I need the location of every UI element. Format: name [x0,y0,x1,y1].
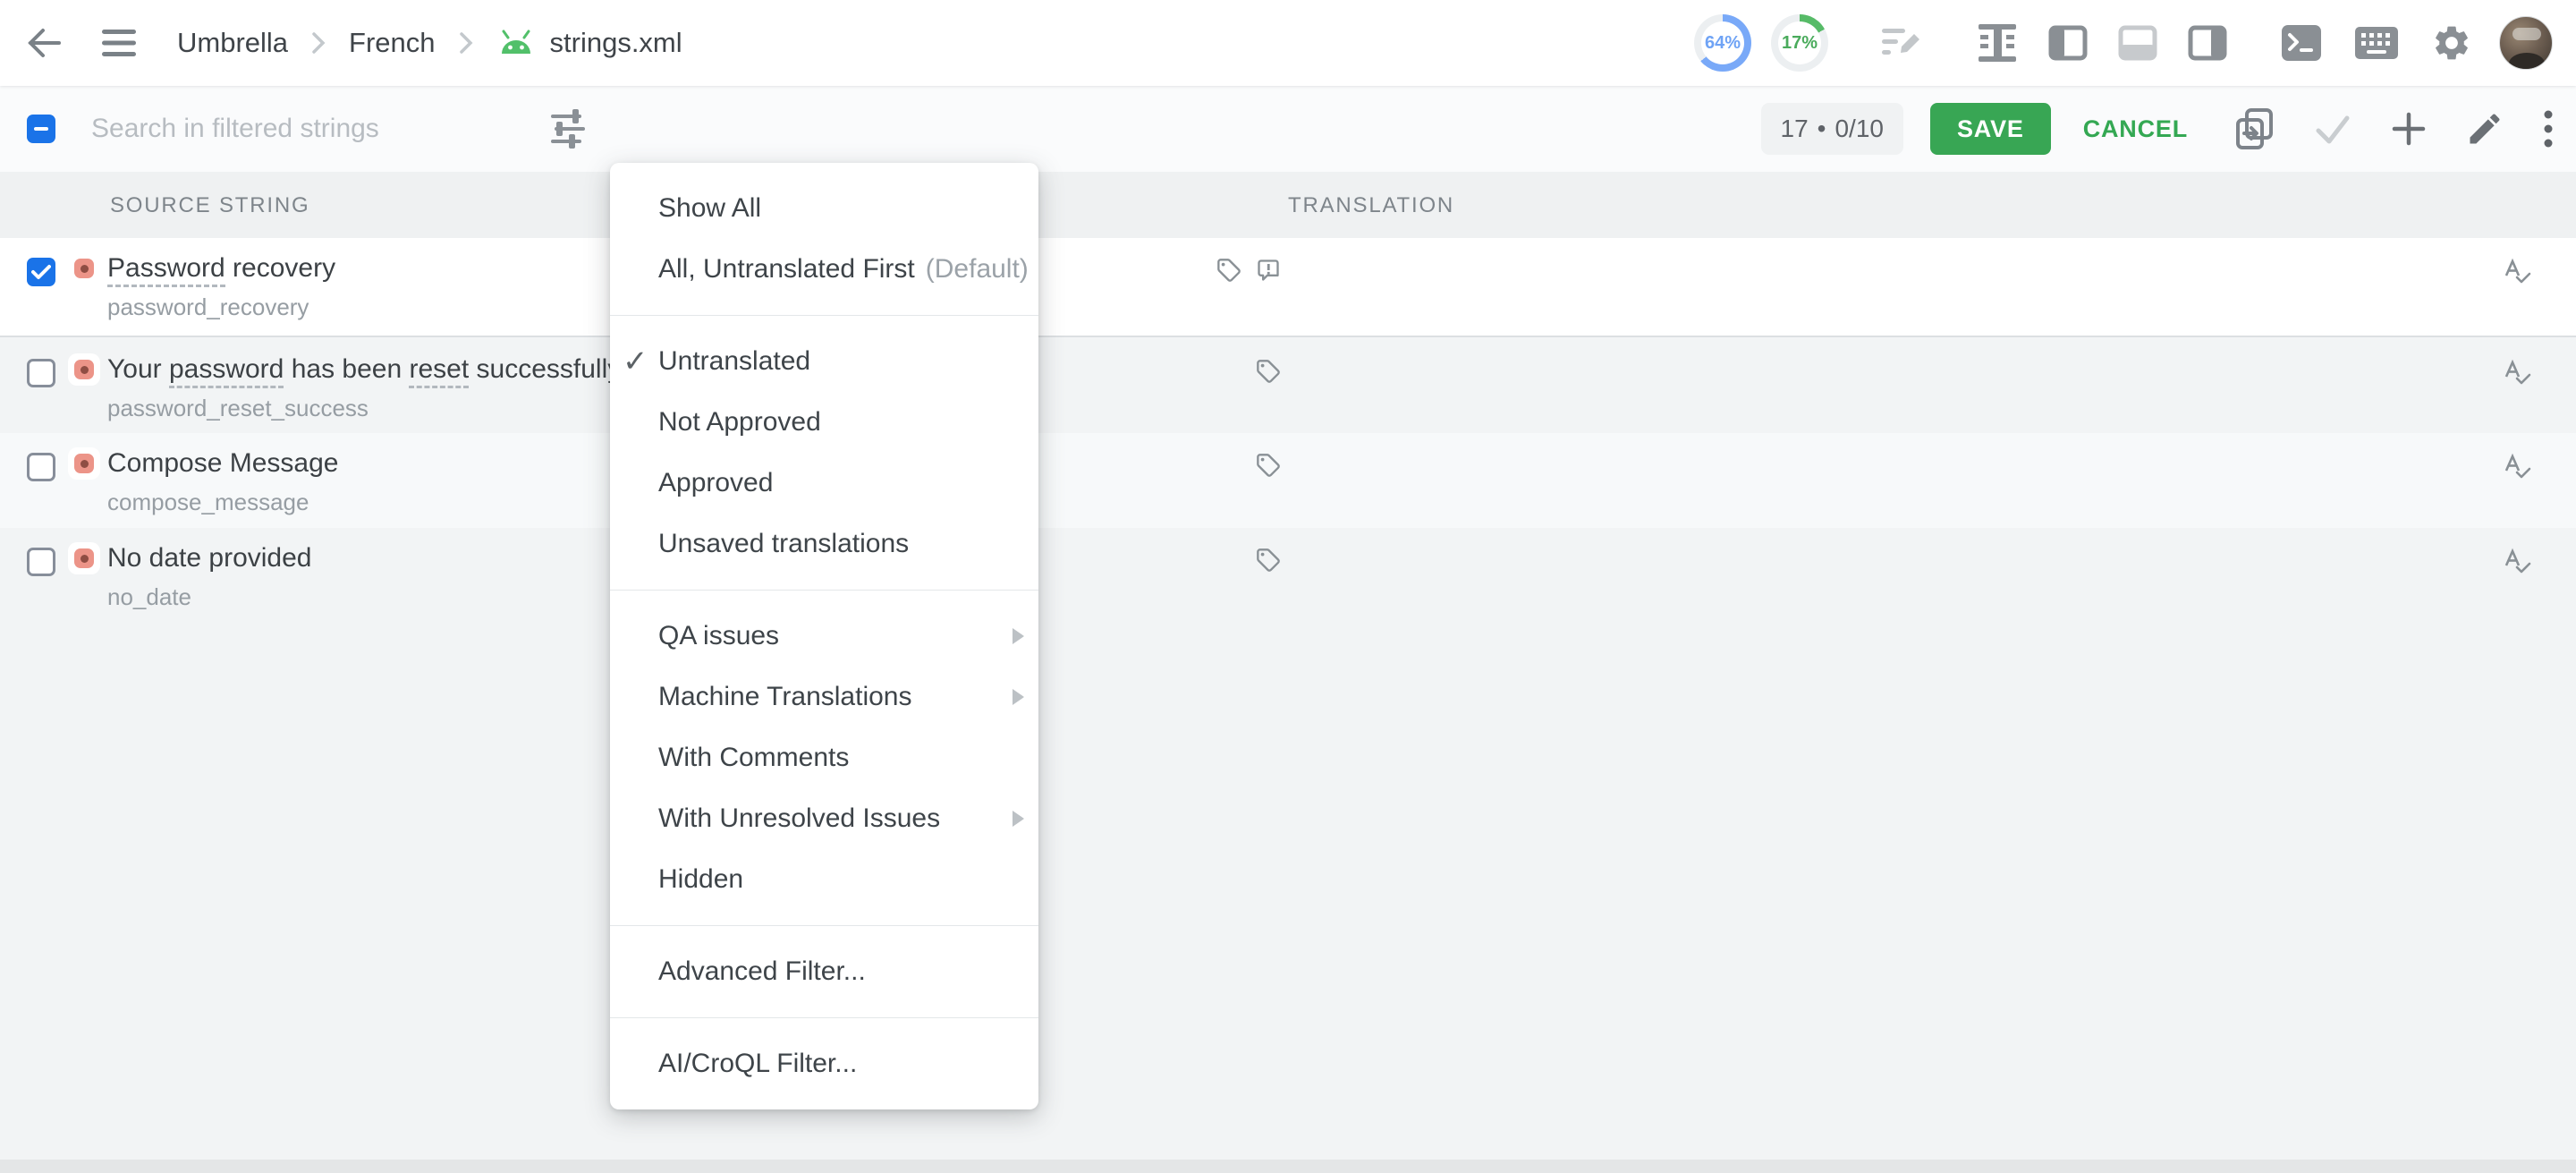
breadcrumb: Umbrella French strings.xml [177,27,682,59]
untranslated-status-dot [68,252,100,285]
table-header: SOURCE STRING TRANSLATION [0,172,2576,238]
tune-icon[interactable] [547,107,592,150]
editor-toolbar: 17 • 0/10 SAVE CANCEL [0,86,2576,172]
comment-issue-icon[interactable] [1256,258,1281,283]
terminal-icon[interactable] [2281,24,2322,62]
filter-menu-group: Show All All, Untranslated First(Default… [610,163,1038,316]
approve-translation-icon[interactable] [2503,453,2531,481]
translation-header: TRANSLATION [1288,193,1454,218]
submenu-arrow-icon [1013,811,1024,827]
submenu-arrow-icon [1013,689,1024,705]
filter-menu-group: AI/CroQL Filter... [610,1018,1038,1109]
row-checkbox[interactable] [27,258,55,286]
strings-counter: 17 • 0/10 [1761,103,1903,155]
approve-translation-icon[interactable] [2503,359,2531,387]
menu-item-unsaved-translations[interactable]: Unsaved translations [610,514,1038,574]
row-checkbox[interactable] [27,359,55,387]
breadcrumb-language[interactable]: French [349,27,435,59]
counter-total: 17 [1781,115,1809,143]
keyboard-shortcuts-icon[interactable] [2354,26,2399,60]
indeterminate-mark [34,127,48,131]
string-row[interactable]: No date provided no_date [0,528,2576,623]
approved-progress-value: 17% [1778,21,1821,64]
left-panel-view-icon[interactable] [2048,23,2088,63]
string-key: password_reset_success [107,395,369,422]
counter-selected: 0/10 [1835,115,1884,143]
menu-item-not-approved[interactable]: Not Approved [610,392,1038,453]
source-string-text[interactable]: Password recovery [107,249,335,288]
menu-item-hidden[interactable]: Hidden [610,849,1038,910]
menu-item-untranslated[interactable]: ✓Untranslated [610,331,1038,392]
plus-icon[interactable] [2390,110,2428,148]
submenu-arrow-icon [1013,628,1024,644]
menu-item-with-comments[interactable]: With Comments [610,727,1038,788]
filter-dropdown-menu: Show All All, Untranslated First(Default… [610,163,1038,1109]
string-key: compose_message [107,489,309,516]
breadcrumb-chevron-icon [459,31,473,55]
approve-translation-icon[interactable] [2503,548,2531,576]
save-button[interactable]: SAVE [1930,103,2051,155]
source-string-header: SOURCE STRING [110,193,309,218]
filter-menu-group: Advanced Filter... [610,926,1038,1018]
menu-item-qa-issues[interactable]: QA issues [610,606,1038,667]
approve-check-icon[interactable] [2313,111,2352,147]
breadcrumb-chevron-icon [311,31,326,55]
source-string-text[interactable]: Compose Message [107,444,338,483]
right-panel-view-icon[interactable] [2188,23,2227,63]
translated-progress-ring: 64% [1694,14,1751,72]
menu-item-ai-croql-filter[interactable]: AI/CroQL Filter... [610,1033,1038,1094]
string-key: password_recovery [107,293,309,321]
bottom-panel-view-icon[interactable] [2118,23,2157,63]
menu-item-with-unresolved-issues[interactable]: With Unresolved Issues [610,788,1038,849]
string-row[interactable]: Compose Message compose_message [0,433,2576,528]
menu-item-machine-translations[interactable]: Machine Translations [610,667,1038,727]
row-checkbox[interactable] [27,548,55,576]
string-key: no_date [107,583,191,611]
menu-item-all-untranslated-first[interactable]: All, Untranslated First(Default) [610,239,1038,300]
breadcrumb-project[interactable]: Umbrella [177,27,288,59]
source-string-text[interactable]: Your password has been reset successfull… [107,350,621,389]
search-input[interactable] [91,104,512,154]
selected-checkmark-icon: ✓ [623,344,648,379]
breadcrumb-file[interactable]: strings.xml [550,27,682,59]
playlist-edit-icon[interactable] [1878,21,1925,64]
approve-translation-icon[interactable] [2503,258,2531,286]
tag-icon[interactable] [1256,548,1281,573]
cancel-button[interactable]: CANCEL [2083,115,2188,143]
user-avatar[interactable] [2499,16,2553,70]
filter-menu-group: QA issues Machine Translations With Comm… [610,591,1038,926]
settings-gear-icon[interactable] [2431,22,2472,64]
row-checkbox[interactable] [27,453,55,481]
tag-icon[interactable] [1216,258,1241,283]
string-row[interactable]: Password recovery password_recovery [0,238,2576,337]
side-by-side-view-icon[interactable] [1977,22,2018,64]
crowdin-editor-page: { "topbar": { "breadcrumb": { "project":… [0,0,2576,1173]
source-string-text[interactable]: No date provided [107,539,312,578]
kebab-menu-icon[interactable] [2544,109,2553,149]
untranslated-status-dot [68,353,100,386]
back-arrow-icon[interactable] [23,23,64,63]
untranslated-status-dot [68,447,100,480]
tag-icon[interactable] [1256,453,1281,478]
android-file-icon [496,29,536,57]
bottom-edge-strip [0,1160,2576,1173]
copy-source-icon[interactable] [2234,107,2275,150]
menu-item-show-all[interactable]: Show All [610,178,1038,239]
hamburger-menu-icon[interactable] [100,28,138,58]
top-bar: Umbrella French strings.xml 64% 17% [0,0,2576,86]
counter-separator: • [1818,115,1826,143]
tag-icon[interactable] [1256,359,1281,384]
translated-progress-value: 64% [1701,21,1744,64]
approved-progress-ring: 17% [1771,14,1828,72]
select-all-checkbox[interactable] [27,115,55,143]
default-suffix: (Default) [926,254,1029,285]
string-row[interactable]: Your password has been reset successfull… [0,339,2576,433]
menu-item-advanced-filter[interactable]: Advanced Filter... [610,941,1038,1002]
edit-pencil-icon[interactable] [2465,109,2504,149]
filter-menu-group: ✓Untranslated Not Approved Approved Unsa… [610,316,1038,591]
menu-item-approved[interactable]: Approved [610,453,1038,514]
untranslated-status-dot [68,542,100,574]
